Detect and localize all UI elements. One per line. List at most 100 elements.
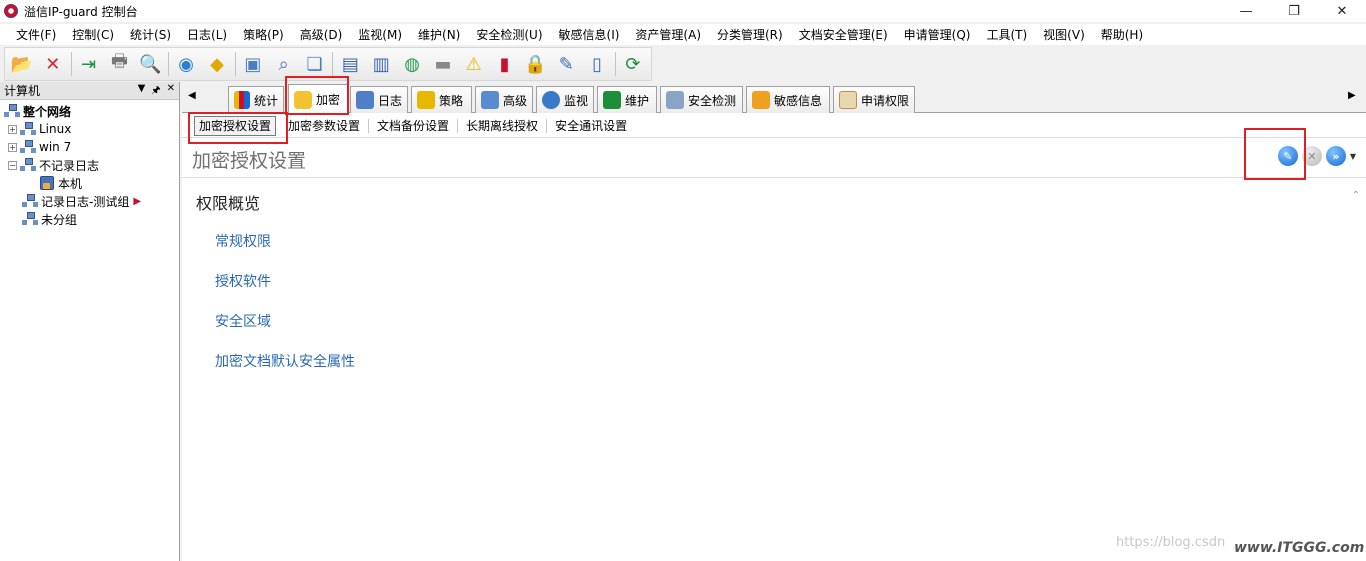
computers-icon[interactable]: ▤ — [337, 51, 363, 77]
tree-node-local-machine[interactable]: 本机 — [0, 174, 179, 192]
subtab-long-term-offline[interactable]: 长期离线授权 — [458, 118, 548, 133]
tree-node-label: Linux — [39, 122, 72, 136]
minimize-icon[interactable]: — — [1222, 0, 1270, 22]
edit-icon[interactable]: ✎ — [553, 51, 579, 77]
more-icon[interactable]: » — [1325, 146, 1346, 166]
main-content-panel: ◀ 统计 加密 日志 策略 高级 监视 维护 安全检测 敏感信息 申请权限 ▶ … — [182, 82, 1366, 561]
subtab-encryption-parameters[interactable]: 加密参数设置 — [280, 118, 370, 133]
link-default-security-attributes[interactable]: 加密文档默认安全属性 — [215, 351, 355, 371]
policy-icon — [417, 91, 435, 109]
menu-security-check[interactable]: 安全检测(U) — [468, 26, 550, 43]
tab-scroll-left-icon[interactable]: ◀ — [188, 90, 196, 101]
tab-label: 策略 — [439, 93, 464, 108]
disk-icon[interactable]: ▬ — [430, 51, 456, 77]
tab-sensitive-info[interactable]: 敏感信息 — [746, 86, 830, 113]
menu-statistics[interactable]: 统计(S) — [122, 26, 179, 43]
tab-policy[interactable]: 策略 — [411, 86, 472, 113]
tab-monitor[interactable]: 监视 — [536, 86, 594, 113]
menu-maintenance[interactable]: 维护(N) — [410, 26, 468, 43]
menu-view[interactable]: 视图(V) — [1035, 26, 1093, 43]
tab-apply-permission[interactable]: 申请权限 — [833, 86, 915, 113]
panel-controls: ▼ 🖈 ✕ — [138, 83, 175, 100]
dropdown-icon[interactable]: ▼ — [138, 83, 146, 100]
network-icon — [20, 122, 36, 136]
link-general-permissions[interactable]: 常规权限 — [215, 231, 271, 251]
restore-icon[interactable]: ❐ — [1270, 0, 1318, 22]
permission-overview-title: 权限概览 — [196, 194, 261, 213]
menu-classification[interactable]: 分类管理(R) — [709, 26, 791, 43]
tab-statistics[interactable]: 统计 — [228, 86, 284, 113]
close-icon[interactable]: ✕ — [1318, 0, 1366, 22]
tab-log[interactable]: 日志 — [350, 86, 408, 113]
tree-node-label: 整个网络 — [23, 104, 72, 119]
menu-help[interactable]: 帮助(H) — [1093, 26, 1151, 43]
tree-node-no-log[interactable]: − 不记录日志 — [0, 156, 179, 174]
menu-application[interactable]: 申请管理(Q) — [896, 26, 979, 43]
search-icon[interactable]: ⌕ — [271, 51, 297, 77]
menu-sensitive-info[interactable]: 敏感信息(I) — [551, 26, 628, 43]
maintenance-icon — [603, 91, 621, 109]
expand-icon[interactable]: + — [8, 124, 17, 134]
tab-advanced[interactable]: 高级 — [475, 86, 533, 113]
tab-label: 统计 — [253, 93, 278, 108]
subtab-encryption-authorization[interactable]: 加密授权设置 — [194, 115, 277, 136]
menu-file[interactable]: 文件(F) — [8, 26, 64, 43]
network-icon[interactable]: ◍ — [399, 51, 425, 77]
tree-node-label: 本机 — [58, 176, 83, 191]
tree-node-root[interactable]: 整个网络 — [0, 102, 179, 120]
cancel-icon[interactable]: ✕ — [1301, 146, 1322, 166]
edit-icon[interactable]: ✎ — [1277, 146, 1298, 166]
subtab-document-backup[interactable]: 文档备份设置 — [369, 118, 459, 133]
menu-monitor[interactable]: 监视(M) — [350, 26, 410, 43]
menu-tools[interactable]: 工具(T) — [978, 26, 1035, 43]
collapse-icon[interactable]: − — [8, 160, 17, 170]
globe-icon[interactable]: ◉ — [173, 51, 199, 77]
tree-node-linux[interactable]: + Linux — [0, 120, 179, 138]
tab-label: 监视 — [563, 93, 588, 108]
tree-node-win7[interactable]: + win 7 — [0, 138, 179, 156]
expand-icon[interactable]: + — [8, 142, 17, 152]
main-toolbar: 📂 ✕ ⇥ 🖶 🔍 ◉ ◆ ▣ ⌕ ❏ ▤ ▥ ◍ ▬ ⚠ ▮ 🔒 ✎ ▯ ⟳ — [4, 47, 652, 81]
menu-asset-management[interactable]: 资产管理(A) — [627, 26, 709, 43]
print-icon[interactable]: 🖶 — [107, 51, 133, 77]
action-icons: ✎ ✕ » ▼ — [1277, 146, 1356, 166]
monitor-icon — [542, 91, 560, 109]
pin-icon[interactable]: 🖈 — [151, 83, 160, 100]
tab-security-check[interactable]: 安全检测 — [660, 86, 743, 113]
menu-document-security[interactable]: 文档安全管理(E) — [791, 26, 896, 43]
tag-icon[interactable]: ◆ — [204, 51, 230, 77]
close-icon[interactable]: ✕ — [167, 83, 175, 100]
refresh-icon[interactable]: ⟳ — [620, 51, 646, 77]
tab-encryption[interactable]: 加密 — [288, 84, 348, 114]
mobile-icon[interactable]: ▯ — [584, 51, 610, 77]
tab-label: 安全检测 — [688, 93, 737, 108]
menu-advanced[interactable]: 高级(D) — [292, 26, 351, 43]
cards-icon[interactable]: ▥ — [368, 51, 394, 77]
warning-icon[interactable]: ⚠ — [461, 51, 487, 77]
delete-icon[interactable]: ✕ — [40, 51, 66, 77]
lock-icon[interactable]: 🔒 — [523, 51, 549, 77]
copy-icon[interactable]: ▣ — [240, 51, 266, 77]
tab-scroll-right-icon[interactable]: ▶ — [1348, 90, 1356, 101]
tab-maintenance[interactable]: 维护 — [597, 86, 657, 113]
menu-policy[interactable]: 策略(P) — [235, 26, 292, 43]
add-icon[interactable]: 📂 — [9, 51, 35, 77]
menu-log[interactable]: 日志(L) — [179, 26, 235, 43]
bar-chart-icon — [234, 91, 250, 109]
menu-control[interactable]: 控制(C) — [64, 26, 122, 43]
window-icon[interactable]: ❏ — [302, 51, 328, 77]
subtab-secure-communication[interactable]: 安全通讯设置 — [547, 119, 635, 133]
scroll-up-icon[interactable]: ⌃ — [1352, 190, 1360, 201]
tab-label: 申请权限 — [860, 93, 909, 108]
chevron-down-icon[interactable]: ▼ — [1350, 152, 1356, 161]
print-preview-icon[interactable]: 🔍 — [137, 51, 163, 77]
chart-icon[interactable]: ▮ — [492, 51, 518, 77]
computer-tree-panel: 计算机 ▼ 🖈 ✕ 整个网络 + Linux + win 7 − 不记录日志 本… — [0, 82, 180, 561]
tab-bar: ◀ 统计 加密 日志 策略 高级 监视 维护 安全检测 敏感信息 申请权限 ▶ — [182, 82, 1366, 114]
tree-node-ungrouped[interactable]: 未分组 — [0, 210, 179, 228]
tree-node-log-test-group[interactable]: 记录日志-测试组 ▶ — [0, 192, 179, 210]
divider — [182, 177, 1366, 178]
link-secure-zone[interactable]: 安全区域 — [215, 311, 271, 331]
link-authorized-software[interactable]: 授权软件 — [215, 271, 271, 291]
export-icon[interactable]: ⇥ — [76, 51, 102, 77]
